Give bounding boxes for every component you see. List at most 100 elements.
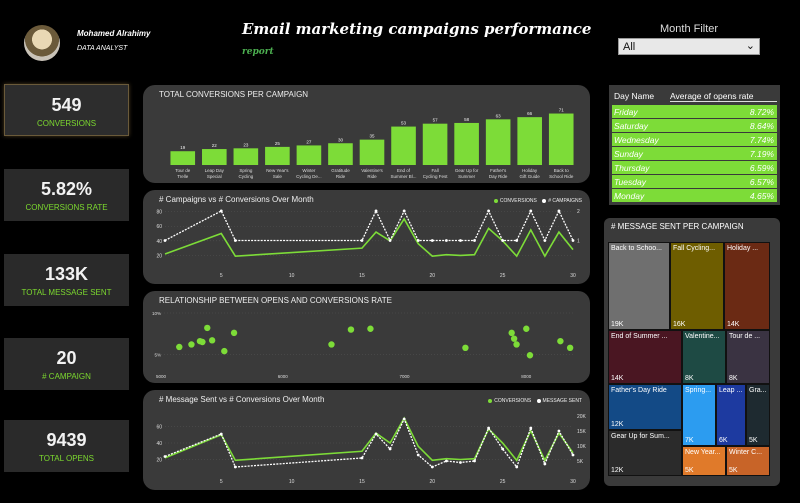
messages-line-panel: # Message Sent vs # Conversions Over Mon… [143,390,590,490]
table-row[interactable]: Saturday 8.64% [612,119,777,132]
table-row[interactable]: Monday 4.65% [612,189,777,202]
treemap-cell[interactable]: Holiday ... 14K [724,242,770,330]
scatter-panel: RELATIONSHIP BETWEEN OPENS AND CONVERSIO… [143,291,590,383]
page-subtitle: report [242,47,274,57]
table-row[interactable]: Friday 8.72% [612,105,777,118]
treemap-cell[interactable]: Leap ... 6K [716,384,746,446]
series-point-secondary [557,429,561,433]
series-point-secondary [416,453,420,457]
bar [517,117,542,165]
scatter-point [221,347,228,355]
treemap-cell[interactable]: Gear Up for Sum... 12K [608,430,682,476]
x-tick-label: 20 [430,273,436,279]
x-tick-label: Cycling [238,174,253,179]
bar [296,145,322,165]
treemap-cell[interactable]: Winter C... 5K [726,446,770,476]
y-tick-label: 20 [156,253,162,259]
x-tick-label: Tour de [175,168,191,173]
kpi-value: 5.82% [40,179,93,199]
x-tick-label: Gratitude [331,168,350,173]
kpi-total-opens[interactable]: 9439 TOTAL OPENS [4,420,129,472]
treemap-cell[interactable]: Fall Cycling... 16K [670,242,724,330]
col-day-name[interactable]: Day Name [612,91,670,101]
y-tick-label: 80 [156,210,162,216]
bar-value-label: 23 [243,142,249,147]
treemap-cell-label: Holiday ... [727,245,759,252]
treemap-cell[interactable]: Spring... 7K [682,384,716,446]
table-row[interactable]: Thursday 6.59% [612,161,777,174]
kpi-label: # CAMPAIGN [42,372,91,381]
y-tick-label: 10% [152,311,161,316]
treemap-cell[interactable]: Back to Schoo... 19K [608,242,670,330]
series-point-secondary [388,239,392,242]
x-tick-label: Ride [367,174,377,179]
kpi-label: CONVERSIONS [36,119,97,128]
treemap-cell[interactable]: Tour de ... 8K [726,330,770,384]
x-tick-label: New Year's [266,168,289,173]
bar-value-label: 25 [275,141,281,146]
line-chart-2: 20 40 60 5K 10K 15K 20K 5 10 15 20 25 30 [156,414,586,485]
series-point-secondary [571,239,575,242]
kpi-label: TOTAL MESSAGE SENT [21,288,112,297]
opens-rate-cell: 6.57% [749,176,774,187]
col-opens-rate[interactable]: Average of opens rate [670,91,777,102]
scatter-point [508,329,515,337]
bar [548,113,574,165]
kpi-conversions[interactable]: 549 CONVERSIONS [4,84,129,136]
chevron-down-icon[interactable]: ⌄ [746,39,755,52]
opens-rate-table: Day Name Average of opens rate Friday 8.7… [609,85,780,205]
treemap-cell-label: Spring... [685,387,712,394]
series-point-secondary [487,209,490,213]
series-point-secondary [501,447,505,451]
bar-value-label: 19 [180,145,186,150]
table-header: Day Name Average of opens rate [612,88,777,104]
x-tick-label: Gear Up for [455,168,479,173]
user-role: DATA ANALYST [77,45,128,52]
kpi-total-message-sent[interactable]: 133K TOTAL MESSAGE SENT [4,254,129,306]
bar [391,126,416,165]
scatter-point [513,341,520,348]
scatter-point [199,338,206,346]
x-tick-label: Leap Day [205,168,225,173]
treemap-cell-value: 5K [685,467,694,474]
series-point-secondary [557,209,561,213]
treemap-cell-label: Winter C... [729,449,763,456]
treemap-cell[interactable]: New Year... 5K [682,446,726,476]
treemap-cell-value: 14K [727,321,740,328]
treemap-cell-label: Back to Schoo... [611,245,662,252]
treemap-cell[interactable]: Father's Day Ride 12K [608,384,682,430]
opens-rate-cell: 7.19% [749,148,774,159]
series-line-secondary [164,209,574,242]
avatar [24,25,60,61]
month-filter-select[interactable]: All ⌄ [618,38,760,55]
opens-rate-cell: 8.64% [749,120,774,131]
bar-value-label: 63 [496,113,502,118]
series-point-secondary [402,417,406,421]
treemap-cell[interactable]: Gra... 5K [746,384,770,446]
table-row[interactable]: Tuesday 6.57% [612,175,777,188]
treemap-cell[interactable]: End of Summer ... 14K [608,330,682,384]
day-name-cell: Tuesday [614,176,646,187]
treemap-cell[interactable]: Valentine... 8K [682,330,726,384]
series-point-secondary [444,459,448,463]
treemap-cell-label: Tour de ... [729,333,761,340]
y-tick-label: 20 [156,458,162,464]
x-tick-label: Sale [273,174,283,179]
treemap-cell-label: Leap ... [719,387,743,394]
bar-value-label: 35 [369,134,375,139]
treemap-cell-label: Father's Day Ride [611,387,667,394]
bar [265,146,290,165]
bar-value-label: 66 [527,111,533,116]
x-tick-label: Holiday [522,168,538,173]
series-point-secondary [459,239,462,242]
treemap-cell-value: 16K [673,321,686,328]
table-row[interactable]: Sunday 7.19% [612,147,777,160]
x-tick-label: Special [207,174,222,179]
kpi-value: 20 [56,348,77,368]
x-tick-label: 20 [430,479,436,485]
kpi-campaign-count[interactable]: 20 # CAMPAIGN [4,338,129,390]
x-tick-label: 25 [500,479,506,485]
kpi-conversions-rate[interactable]: 5.82% CONVERSIONS RATE [4,169,129,221]
x-tick-label: Gift Guide [520,174,541,179]
table-row[interactable]: Wednesday 7.74% [612,133,777,146]
